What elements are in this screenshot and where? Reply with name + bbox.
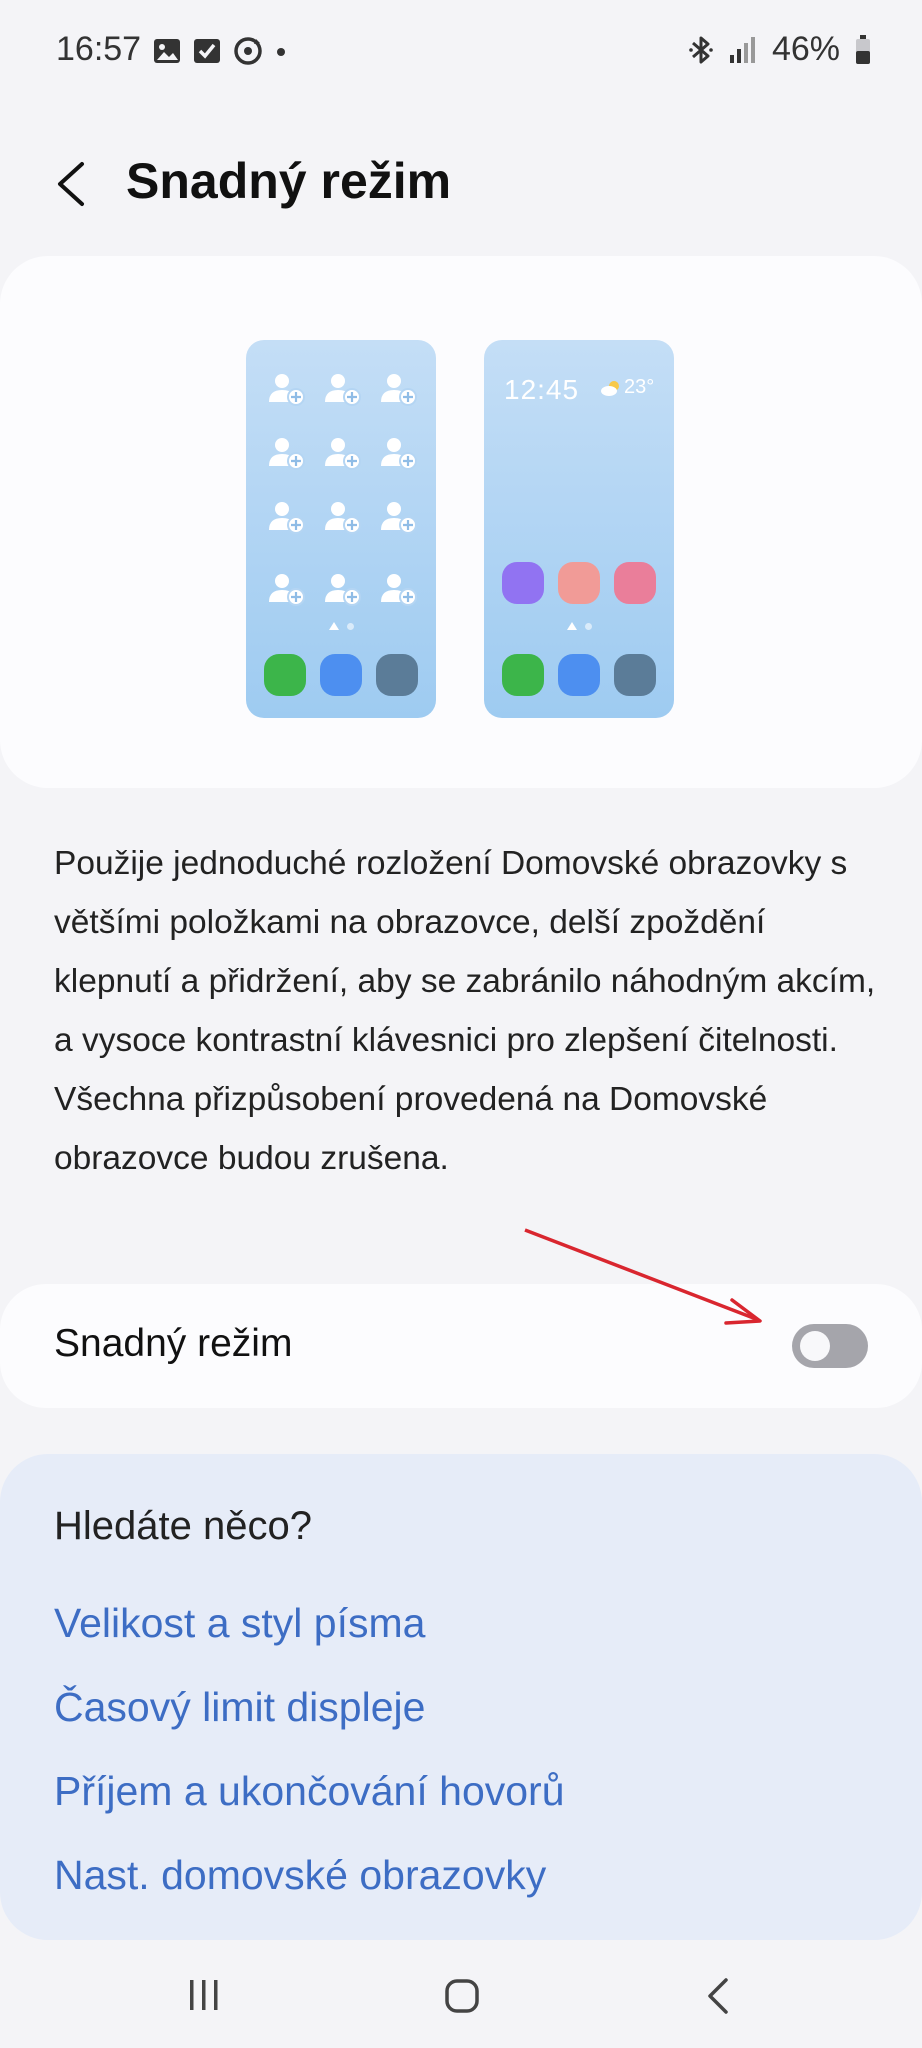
system-icons: 46% — [688, 30, 872, 69]
bluetooth-icon — [689, 36, 713, 63]
add-contact-icon — [380, 500, 418, 534]
add-contact-icon — [380, 372, 418, 406]
page-indicator — [484, 622, 674, 630]
suggestions-card: Hledáte něco? Velikost a styl písma Časo… — [0, 1454, 922, 1940]
add-contact-icon — [268, 372, 306, 406]
add-contact-icon — [324, 436, 362, 470]
dot-icon — [277, 48, 285, 56]
suggestion-link-screen-timeout[interactable]: Časový limit displeje — [54, 1684, 425, 1731]
add-contact-icon — [268, 436, 306, 470]
page-title: Snadný režim — [126, 153, 452, 209]
status-time: 16:57 — [56, 30, 142, 68]
chevron-left-icon — [58, 162, 84, 206]
home-page-dot — [566, 622, 577, 630]
checkbox-icon — [194, 39, 220, 63]
preview-weather: 23° — [600, 376, 654, 399]
add-contact-icon — [268, 572, 306, 606]
preview-card: 12:45 23° — [0, 256, 922, 788]
add-contact-icon — [268, 500, 306, 534]
home-page-dot — [328, 622, 339, 630]
home-icon[interactable] — [444, 1978, 480, 2014]
app-icon — [558, 562, 600, 604]
easy-mode-switch[interactable] — [792, 1324, 868, 1368]
suggestion-link-home-screen[interactable]: Nast. domovské obrazovky — [54, 1852, 546, 1899]
contact-grid — [268, 372, 418, 636]
switch-knob — [800, 1331, 830, 1361]
page-dot — [584, 622, 592, 630]
dock — [502, 654, 656, 696]
notification-icons — [152, 34, 288, 68]
app-icon — [376, 654, 418, 696]
easy-mode-preview-phone — [246, 340, 436, 718]
nav-back-icon[interactable] — [706, 1976, 730, 2016]
preview-clock: 12:45 — [504, 374, 580, 405]
status-bar: 16:57 46% — [0, 0, 922, 104]
app-icon — [502, 654, 544, 696]
suggestions-title: Hledáte něco? — [54, 1504, 312, 1548]
toggle-label: Snadný režim — [54, 1322, 293, 1365]
gallery-icon — [154, 39, 180, 63]
add-contact-icon — [324, 500, 362, 534]
app-icon — [502, 562, 544, 604]
weather-partly-sunny-icon — [601, 380, 619, 396]
add-contact-icon — [380, 436, 418, 470]
preview-temperature: 23° — [624, 376, 655, 398]
add-contact-icon — [324, 372, 362, 406]
suggestion-link-font-size[interactable]: Velikost a styl písma — [54, 1600, 425, 1647]
page-indicator — [246, 622, 436, 630]
recent-apps-icon[interactable] — [186, 1978, 222, 2012]
dock — [264, 654, 418, 696]
easy-mode-toggle-row[interactable]: Snadný režim — [0, 1284, 922, 1408]
suggestion-link-calls[interactable]: Příjem a ukončování hovorů — [54, 1768, 565, 1815]
add-contact-icon — [324, 572, 362, 606]
navigation-bar — [0, 1940, 922, 2048]
app-row — [502, 562, 656, 604]
battery-percent: 46% — [771, 30, 840, 68]
app-icon — [320, 654, 362, 696]
add-contact-icon — [380, 572, 418, 606]
sync-icon — [234, 37, 262, 65]
description-text: Použije jednoduché rozložení Domovské ob… — [54, 845, 876, 1177]
app-icon — [614, 562, 656, 604]
app-icon — [614, 654, 656, 696]
page-dot — [346, 622, 354, 630]
app-icon — [264, 654, 306, 696]
battery-icon — [856, 34, 870, 64]
back-button[interactable] — [48, 156, 100, 212]
easy-mode-preview-phone: 12:45 23° — [484, 340, 674, 718]
app-icon — [558, 654, 600, 696]
signal-icon — [729, 36, 755, 63]
